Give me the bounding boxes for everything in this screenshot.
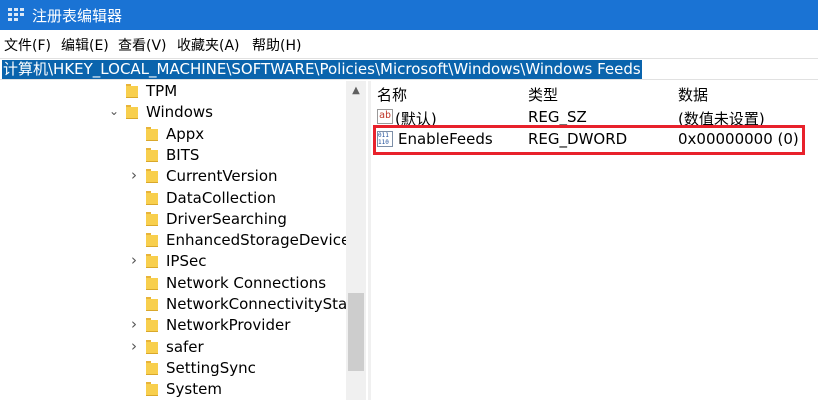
folder-icon	[146, 297, 158, 311]
column-header-type[interactable]: 类型	[528, 84, 558, 105]
title-bar: 注册表编辑器	[0, 0, 818, 30]
highlight-annotation-box	[373, 125, 805, 155]
folder-icon	[146, 360, 158, 375]
tree-item-label: Appx	[166, 124, 205, 143]
tree-item-settingsync[interactable]: SettingSync	[0, 358, 346, 379]
tree-item-driversearching[interactable]: DriverSearching	[0, 209, 346, 230]
tree-item-currentversion[interactable]: › CurrentVersion	[0, 166, 346, 187]
folder-icon	[146, 126, 158, 141]
tree-item-datacollection[interactable]: DataCollection	[0, 188, 346, 209]
tree-item-networkprovider[interactable]: › NetworkProvider	[0, 315, 346, 336]
tree-item-label: TPM	[146, 82, 178, 100]
menu-file[interactable]: 文件(F)	[4, 35, 51, 55]
chevron-right-icon[interactable]: ›	[128, 168, 140, 183]
tree-item-label: System	[166, 380, 222, 399]
registry-editor-icon	[8, 8, 24, 22]
string-value-icon: ab	[377, 109, 393, 124]
tree-item-network-connections[interactable]: Network Connections	[0, 273, 346, 294]
tree-item-networkconnectivitystat[interactable]: NetworkConnectivityStat	[0, 294, 353, 315]
tree-item-appx[interactable]: Appx	[0, 124, 346, 145]
tree-item-enhancedstoragedevices[interactable]: EnhancedStorageDevices	[0, 230, 358, 251]
folder-icon	[126, 105, 138, 120]
window-title: 注册表编辑器	[32, 7, 123, 25]
tree-item-ipsec[interactable]: › IPSec	[0, 251, 346, 272]
pane-splitter[interactable]	[368, 81, 371, 400]
folder-icon	[146, 275, 158, 290]
tree-item-safer[interactable]: › safer	[0, 337, 346, 358]
folder-icon	[146, 254, 158, 269]
address-bar[interactable]: 计算机\HKEY_LOCAL_MACHINE\SOFTWARE\Policies…	[0, 58, 818, 80]
folder-icon	[146, 233, 158, 248]
key-tree[interactable]: TPM ⌄ Windows Appx BITS › CurrentVersion DataCo…	[0, 81, 366, 400]
tree-item-tpm[interactable]: TPM	[0, 81, 346, 102]
tree-item-label: DriverSearching	[166, 209, 287, 228]
tree-item-label: NetworkConnectivityStat	[166, 295, 354, 313]
tree-item-system[interactable]: System	[0, 379, 346, 400]
folder-icon	[146, 339, 158, 354]
tree-item-label: NetworkProvider	[166, 316, 291, 335]
tree-item-label: DataCollection	[166, 188, 277, 207]
folder-icon	[146, 382, 158, 397]
folder-icon	[146, 147, 158, 162]
tree-item-label: IPSec	[166, 252, 207, 271]
folder-icon	[146, 318, 158, 333]
folder-icon	[146, 169, 158, 184]
value-type: REG_SZ	[528, 108, 587, 126]
menu-edit[interactable]: 编辑(E)	[61, 35, 109, 55]
chevron-down-icon[interactable]: ⌄	[108, 104, 120, 118]
tree-item-windows[interactable]: ⌄ Windows	[0, 102, 346, 123]
tree-item-bits[interactable]: BITS	[0, 145, 346, 166]
tree-item-label: Windows	[146, 103, 213, 122]
column-header-data[interactable]: 数据	[678, 84, 708, 105]
tree-item-label: safer	[166, 337, 204, 356]
address-path[interactable]: 计算机\HKEY_LOCAL_MACHINE\SOFTWARE\Policies…	[2, 60, 642, 79]
folder-icon	[126, 84, 138, 98]
chevron-right-icon[interactable]: ›	[128, 317, 140, 332]
menu-bar: 文件(F) 编辑(E) 查看(V) 收藏夹(A) 帮助(H)	[0, 30, 818, 58]
tree-item-label: Network Connections	[166, 273, 327, 292]
tree-item-label: CurrentVersion	[166, 167, 278, 186]
folder-icon	[146, 211, 158, 226]
tree-scrollbar[interactable]: ▲	[346, 81, 366, 400]
tree-item-label: SettingSync	[166, 358, 256, 377]
column-header-name[interactable]: 名称	[377, 84, 407, 105]
chevron-right-icon[interactable]: ›	[128, 338, 140, 353]
menu-help[interactable]: 帮助(H)	[252, 35, 301, 55]
folder-icon	[146, 190, 158, 205]
menu-view[interactable]: 查看(V)	[118, 35, 167, 55]
scroll-thumb[interactable]	[348, 293, 364, 371]
tree-item-label: EnhancedStorageDevices	[166, 231, 358, 250]
chevron-right-icon[interactable]: ›	[128, 253, 140, 268]
tree-item-label: BITS	[166, 145, 200, 164]
menu-favorites[interactable]: 收藏夹(A)	[177, 35, 240, 55]
scroll-up-arrow-icon[interactable]: ▲	[346, 81, 366, 101]
